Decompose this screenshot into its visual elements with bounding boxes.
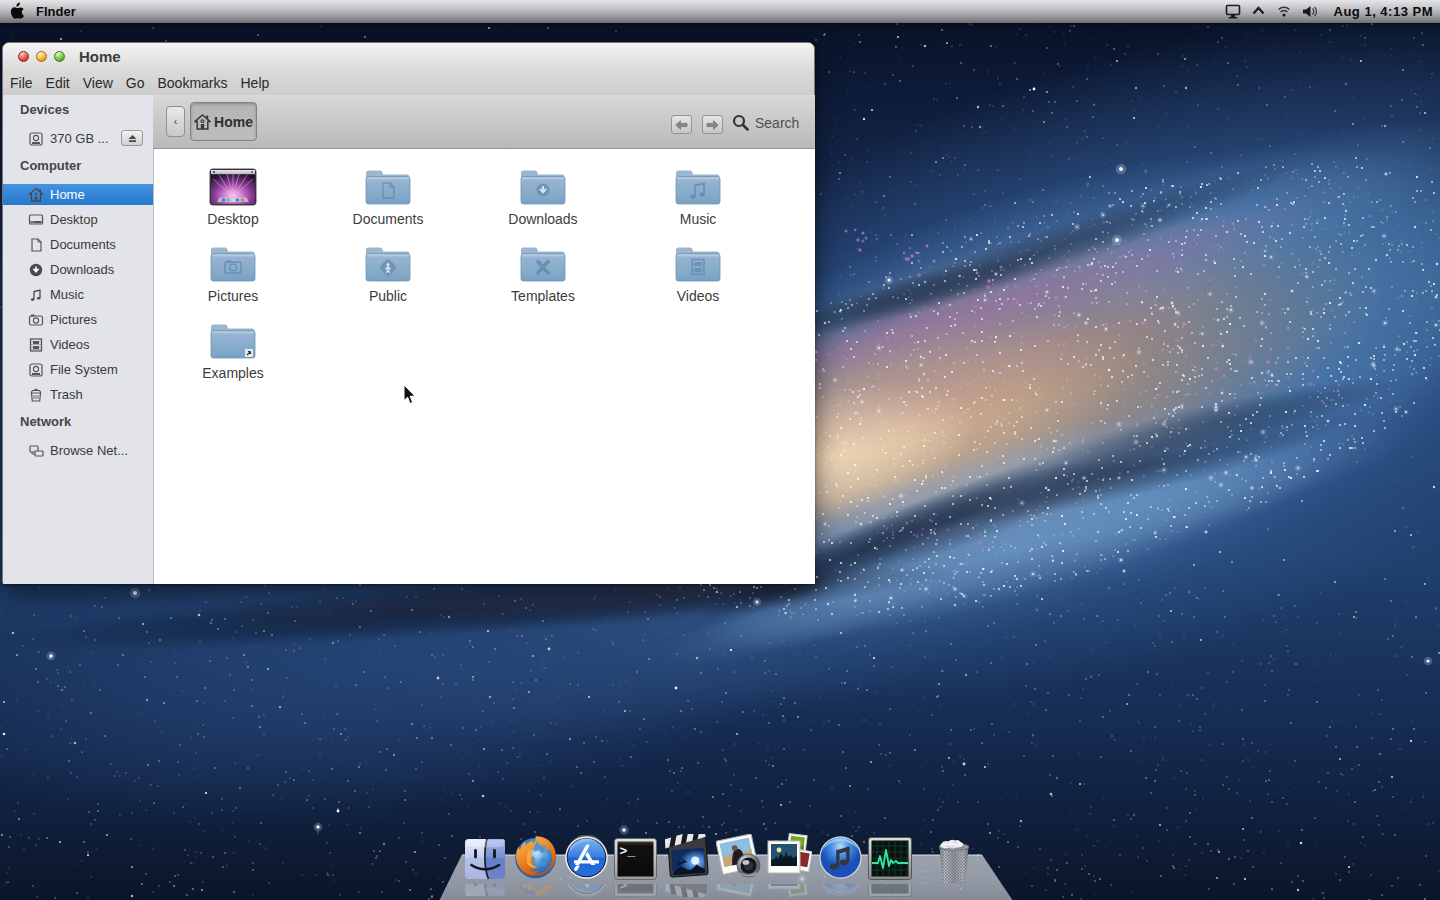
svg-text:>_: >_ (620, 844, 636, 859)
svg-text:>_: >_ (620, 884, 636, 892)
